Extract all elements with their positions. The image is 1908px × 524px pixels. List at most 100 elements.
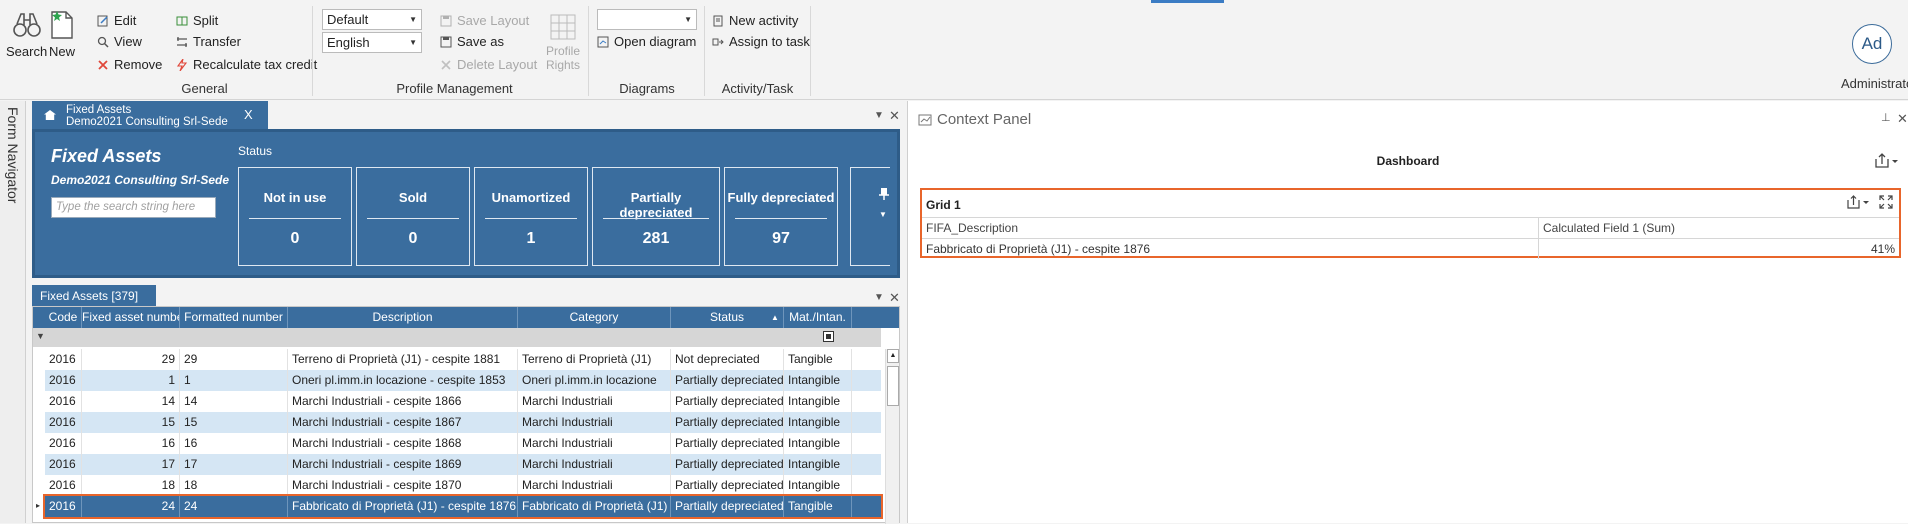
chevron-down-icon: ▼ [684, 15, 692, 24]
table-cell: 18 [82, 475, 180, 496]
search-button[interactable]: Search [6, 10, 47, 59]
table-cell: 2016 [45, 391, 82, 412]
column-header[interactable]: Category [518, 307, 671, 328]
search-input[interactable]: Type the search string here [51, 197, 216, 218]
scroll-up-icon[interactable]: ▲ [887, 349, 899, 363]
assign-to-task-label: Assign to task [729, 34, 810, 49]
assign-to-task-button[interactable]: Assign to task [712, 34, 810, 49]
status-card-divider [735, 218, 827, 219]
summary-header: Fixed Assets Demo2021 Consulting Srl-Sed… [32, 129, 900, 278]
form-navigator[interactable]: Form Navigator [0, 101, 26, 523]
avatar[interactable]: Ad [1852, 24, 1892, 64]
grid1-column-header[interactable]: Calculated Field 1 (Sum) [1539, 218, 1899, 238]
close-icon[interactable]: ✕ [889, 290, 900, 306]
grid1-row[interactable]: Fabbricato di Proprietà (J1) - cespite 1… [922, 238, 1899, 259]
grid1-column-header[interactable]: FIFA_Description [922, 218, 1539, 238]
filter-checkbox[interactable] [823, 331, 834, 342]
status-card-label: Sold [398, 190, 428, 205]
close-tab-button[interactable]: X [244, 108, 253, 121]
table-cell: Partially depreciated [671, 391, 784, 412]
new-activity-button[interactable]: New activity [712, 13, 798, 28]
table-cell: Partially depreciated [671, 370, 784, 391]
grid-tab[interactable]: Fixed Assets [379] [32, 285, 156, 306]
row-indicator-icon: ▸ [36, 501, 41, 510]
save-as-button[interactable]: Save as [440, 34, 504, 49]
table-row[interactable]: 2016 16 16 Marchi Industriali - cespite 186… [45, 433, 881, 454]
export-icon[interactable] [1874, 153, 1900, 169]
table-row[interactable]: 2016 29 29 Terreno di Proprietà (J1) - cesp… [45, 349, 881, 370]
profile-rights-label-2: Rights [546, 58, 581, 72]
table-cell: Marchi Industriali [518, 391, 671, 412]
edit-button[interactable]: Edit [97, 13, 136, 28]
fixed-assets-grid: Code Fixed asset number Formatted number De… [32, 306, 900, 524]
table-cell: Partially depreciated [671, 412, 784, 433]
table-cell: 2016 [45, 454, 82, 475]
close-icon[interactable]: ✕ [1897, 111, 1908, 127]
table-cell: 1 [180, 370, 288, 391]
recalculate-tax-credit-button[interactable]: Recalculate tax credit [176, 57, 317, 72]
dropdown-icon[interactable]: ▼ [874, 292, 884, 303]
column-header[interactable]: Formatted number [180, 307, 288, 328]
layout-select[interactable]: Default ▼ [322, 9, 422, 30]
column-header[interactable]: Fixed asset number [82, 307, 180, 328]
table-row[interactable]: 2016 15 15 Marchi Industriali - cespite 186… [45, 412, 881, 433]
close-icon[interactable]: ✕ [889, 108, 900, 124]
pin-icon[interactable]: ⊥ [1881, 111, 1891, 124]
status-card[interactable]: Unamortized 1 [474, 167, 588, 266]
column-header[interactable]: Status [671, 307, 784, 328]
transfer-label: Transfer [193, 34, 241, 49]
status-card[interactable]: Fully depreciated 97 [724, 167, 838, 266]
status-card-divider [603, 218, 709, 219]
language-select[interactable]: English ▼ [322, 32, 422, 53]
status-card-divider [485, 218, 577, 219]
table-cell: 2016 [45, 475, 82, 496]
column-header[interactable]: Description [288, 307, 518, 328]
dropdown-icon[interactable]: ▼ [874, 110, 884, 121]
scroll-down-icon[interactable]: ▼ [879, 210, 887, 219]
vertical-scrollbar[interactable]: ▲ [885, 349, 899, 524]
column-header[interactable]: Mat./Intan. [784, 307, 852, 328]
status-card[interactable]: Not in use 0 [238, 167, 352, 266]
transfer-button[interactable]: Transfer [176, 34, 241, 49]
save-layout-button[interactable]: Save Layout [440, 13, 529, 28]
pin-icon[interactable] [879, 188, 889, 200]
table-cell: Oneri pl.imm.in locazione - cespite 1853 [288, 370, 518, 391]
save-as-label: Save as [457, 34, 504, 49]
grid1-cell: 41% [1870, 242, 1895, 256]
profile-rights-button[interactable]: Profile Rights [546, 13, 580, 72]
table-row[interactable]: 2016 14 14 Marchi Industriali - cespite 186… [45, 391, 881, 412]
diagram-select[interactable]: ▼ [597, 9, 697, 30]
remove-button[interactable]: Remove [97, 57, 162, 72]
filter-row[interactable]: ▼ [33, 328, 881, 347]
table-cell: 29 [82, 349, 180, 370]
summary-company: Demo2021 Consulting Srl-Sede [51, 173, 230, 187]
column-header[interactable]: Code [45, 307, 82, 328]
export-icon[interactable] [1847, 195, 1871, 209]
status-card[interactable]: Partially depreciated 281 [592, 167, 720, 266]
layout-select-value: Default [327, 12, 369, 27]
open-diagram-button[interactable]: Open diagram [597, 34, 696, 49]
table-cell: Partially depreciated [671, 454, 784, 475]
activity-icon [713, 15, 723, 26]
status-card[interactable]: Sold 0 [356, 167, 470, 266]
open-diagram-label: Open diagram [614, 34, 697, 49]
delete-layout-button[interactable]: Delete Layout [440, 57, 537, 72]
table-row[interactable]: 2016 1 1 Oneri pl.imm.in locazione - cespit… [45, 370, 881, 391]
table-row[interactable]: 2016 18 18 Marchi Industriali - cespite 187… [45, 475, 881, 496]
table-row-selected[interactable]: 2016 24 24 Fabbricato di Proprietà (J1) - c… [36, 494, 883, 519]
table-cell: Marchi Industriali - cespite 1868 [288, 433, 518, 454]
maximize-icon[interactable] [1879, 195, 1893, 209]
general-group-label: General [181, 81, 228, 96]
table-cell: 2016 [45, 433, 82, 454]
scroll-thumb[interactable] [887, 366, 899, 406]
document-tab[interactable]: Fixed Assets Demo2021 Consulting Srl-Sed… [32, 101, 268, 129]
grid-header: Code Fixed asset number Formatted number De… [33, 307, 899, 328]
view-button[interactable]: View [97, 34, 142, 49]
new-button[interactable]: New [49, 10, 75, 59]
table-row[interactable]: 2016 17 17 Marchi Industriali - cespite 186… [45, 454, 881, 475]
table-cell: 14 [82, 391, 180, 412]
table-cell: Terreno di Proprietà (J1) - cespite 1881 [288, 349, 518, 370]
chevron-down-icon: ▼ [409, 15, 417, 24]
split-button[interactable]: Split [176, 13, 218, 28]
table-cell: Intangible [784, 454, 852, 475]
